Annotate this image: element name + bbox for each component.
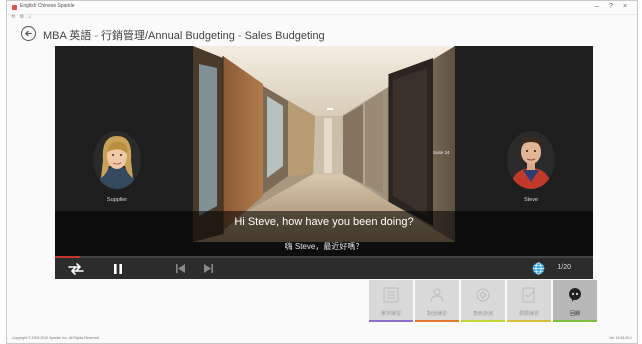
speaker-name-right: Steve bbox=[523, 197, 539, 203]
list-icon bbox=[383, 287, 399, 303]
settings-icon[interactable]: ⚙ bbox=[20, 14, 24, 20]
tile-label: 測驗練習 bbox=[518, 311, 539, 317]
speaker-supplier: Supplier bbox=[87, 130, 147, 203]
title-bar: English Chinese Sparkle – ? × bbox=[7, 1, 637, 15]
breadcrumb: MBA 英語 - 行銷管理/Annual Budgeting - Sales Budge… bbox=[43, 27, 325, 43]
close-button[interactable]: × bbox=[619, 2, 631, 12]
arrow-left-icon bbox=[25, 30, 32, 37]
breadcrumb-course: MBA 英語 bbox=[43, 30, 92, 42]
tile-label: 回饋 bbox=[569, 311, 580, 317]
window-title: English Chinese Sparkle bbox=[20, 3, 75, 9]
tile-feedback[interactable]: 回饋 bbox=[553, 280, 597, 322]
subtitle-english: Hi Steve, how have you been doing? bbox=[234, 216, 414, 228]
skip-next-icon bbox=[203, 264, 213, 273]
speaker-steve: Steve bbox=[501, 130, 561, 203]
breadcrumb-separator: - bbox=[237, 30, 242, 42]
language-button[interactable] bbox=[531, 262, 545, 275]
avatar bbox=[93, 131, 141, 189]
tile-label: 對話練習 bbox=[426, 311, 447, 317]
feedback-icon bbox=[569, 288, 581, 302]
back-button[interactable] bbox=[21, 26, 36, 41]
door-sign: Suite 24 bbox=[433, 150, 450, 155]
quick-toolbar: ⟲ ⚙ ⌂ bbox=[11, 14, 35, 22]
tile-dialogue[interactable]: 對話練習 bbox=[415, 280, 459, 322]
activity-tiles: 單字練習 對話練習 角色扮演 測驗練習 回饋 bbox=[369, 280, 597, 322]
quiz-icon bbox=[522, 287, 535, 303]
tile-label: 單字練習 bbox=[380, 311, 401, 317]
breadcrumb-category: 行銷管理/Annual Budgeting bbox=[100, 30, 235, 42]
roleplay-icon bbox=[476, 288, 490, 302]
app-window: English Chinese Sparkle – ? × ⟲ ⚙ ⌂ MBA … bbox=[6, 0, 638, 344]
pause-icon bbox=[114, 263, 122, 274]
breadcrumb-separator: - bbox=[94, 30, 98, 42]
repeat-button[interactable] bbox=[67, 262, 85, 275]
repeat-icon bbox=[68, 262, 84, 275]
globe-icon bbox=[532, 262, 544, 275]
breadcrumb-lesson: Sales Budgeting bbox=[244, 30, 325, 42]
help-button[interactable]: ? bbox=[605, 2, 617, 12]
tile-roleplay[interactable]: 角色扮演 bbox=[461, 280, 505, 322]
page-counter: 1/20 bbox=[557, 264, 571, 271]
video-player[interactable]: Suite 24 Supplier Steve Hi Steve, how ha… bbox=[55, 46, 593, 279]
people-icon bbox=[430, 288, 444, 303]
refresh-icon[interactable]: ⟲ bbox=[11, 14, 15, 20]
speaker-name-left: Supplier bbox=[106, 197, 128, 203]
next-button[interactable] bbox=[203, 262, 213, 275]
pause-button[interactable] bbox=[113, 262, 123, 275]
avatar bbox=[507, 131, 555, 189]
home-icon[interactable]: ⌂ bbox=[28, 14, 31, 20]
tile-quiz[interactable]: 測驗練習 bbox=[507, 280, 551, 322]
skip-previous-icon bbox=[175, 264, 185, 273]
version-text: Ver 19.06.06.1 bbox=[609, 336, 632, 340]
app-icon bbox=[12, 5, 17, 10]
copyright-text: Copyright © 2008-2019 Sparkle Inc. All R… bbox=[12, 336, 100, 340]
tile-vocabulary[interactable]: 單字練習 bbox=[369, 280, 413, 322]
previous-button[interactable] bbox=[175, 262, 185, 275]
minimize-button[interactable]: – bbox=[591, 2, 603, 12]
player-controls: 1/20 bbox=[55, 258, 593, 279]
subtitle-chinese: 嗨 Steve，最近好嗎？ bbox=[284, 242, 364, 251]
tile-label: 角色扮演 bbox=[472, 311, 493, 317]
